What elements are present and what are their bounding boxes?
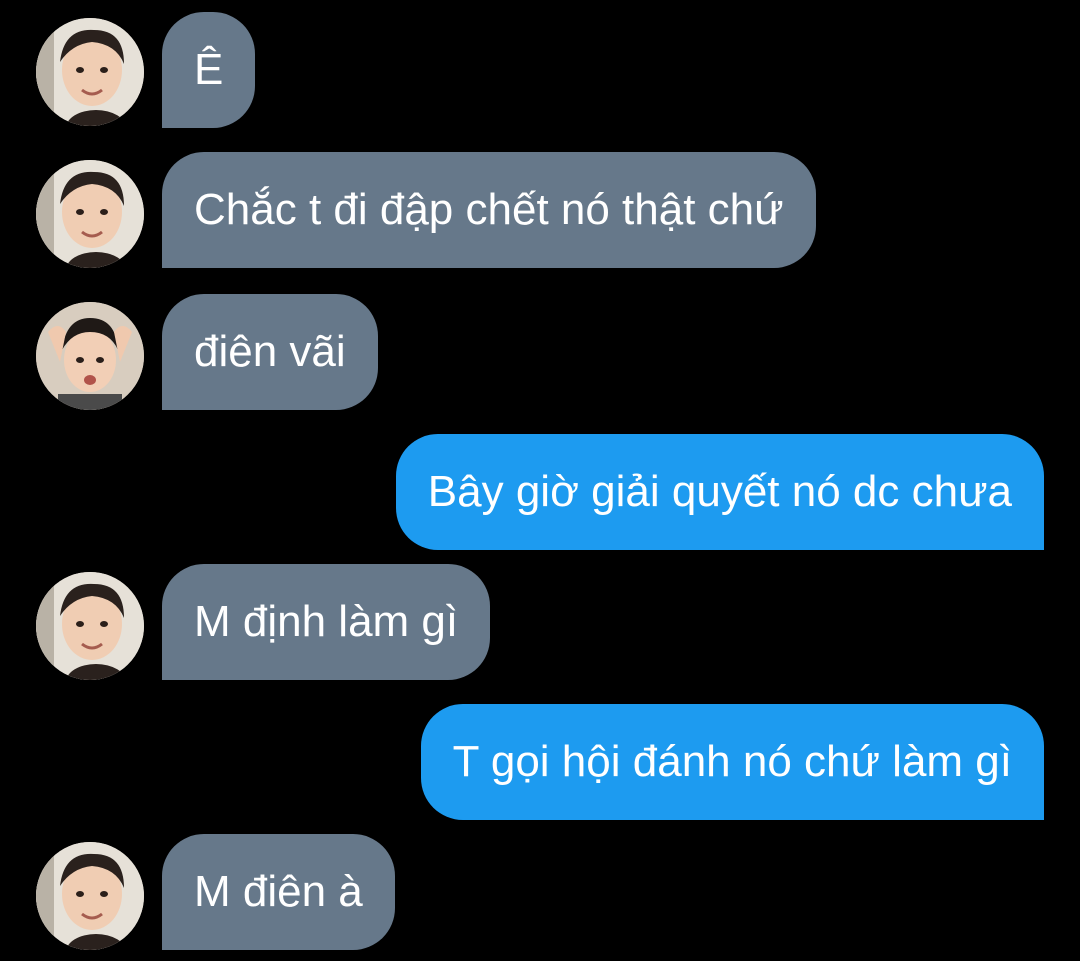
avatar[interactable] [36, 842, 144, 950]
message-bubble-outgoing[interactable]: Bây giờ giải quyết nó dc chưa [395, 434, 1044, 550]
avatar[interactable] [36, 572, 144, 680]
message-bubble-outgoing[interactable]: T gọi hội đánh nó chứ làm gì [420, 704, 1044, 820]
chat-thread: Ê Chắc t đi đập chết nó thật chứ điên vã… [0, 0, 1080, 961]
message-text: T gọi hội đánh nó chứ làm gì [452, 737, 1012, 786]
message-text: M định làm gì [194, 597, 459, 646]
message-text: điên vãi [194, 327, 346, 376]
avatar[interactable] [36, 160, 144, 268]
message-text: M điên à [194, 867, 363, 916]
message-bubble-incoming[interactable]: Ê [162, 12, 256, 128]
avatar[interactable] [36, 18, 144, 126]
message-text: Chắc t đi đập chết nó thật chứ [194, 185, 784, 234]
avatar[interactable] [36, 302, 144, 410]
message-text: Bây giờ giải quyết nó dc chưa [427, 467, 1012, 516]
message-bubble-incoming[interactable]: Chắc t đi đập chết nó thật chứ [162, 152, 816, 268]
message-bubble-incoming[interactable]: M điên à [162, 834, 395, 950]
message-bubble-incoming[interactable]: M định làm gì [162, 564, 491, 680]
message-bubble-incoming[interactable]: điên vãi [162, 294, 378, 410]
message-text: Ê [194, 45, 224, 94]
